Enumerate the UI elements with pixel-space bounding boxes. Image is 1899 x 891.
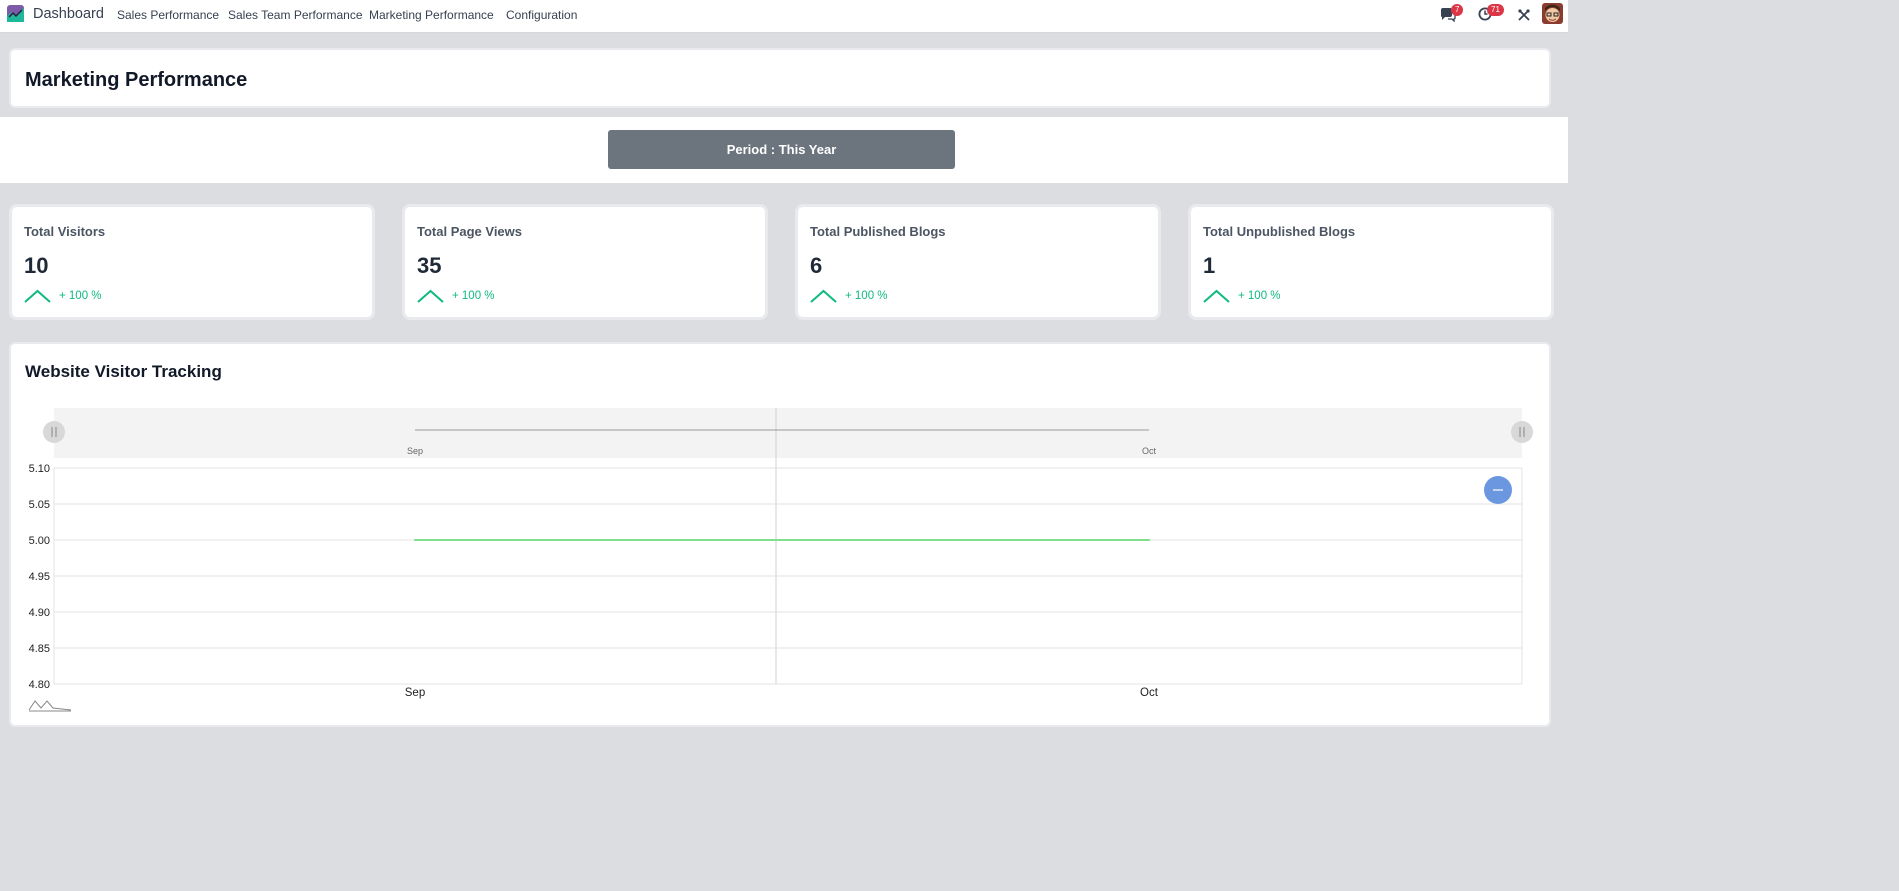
trend-up-icon xyxy=(24,289,51,303)
x-tick-label: Sep xyxy=(405,687,425,699)
navigator-left-handle[interactable] xyxy=(43,421,65,443)
kpi-change: + 100 % xyxy=(59,290,102,302)
page-title: Marketing Performance xyxy=(25,69,248,91)
kpi-value: 10 xyxy=(24,253,49,278)
navigator-right-handle[interactable] xyxy=(1511,421,1533,443)
trend-up-icon xyxy=(810,289,837,303)
kpi-trend: + 100 % xyxy=(1203,289,1281,303)
y-tick-label: 5.10 xyxy=(29,463,50,475)
y-tick-label: 5.00 xyxy=(29,535,50,547)
period-filter-button[interactable]: Period : This Year xyxy=(608,130,955,169)
kpi-card-total-visitors[interactable]: Total Visitors 10 + 100 % xyxy=(9,204,375,320)
visitor-tracking-card: Website Visitor Tracking Sep Oct 5.10 5.05 5… xyxy=(9,342,1551,727)
kpi-trend: + 100 % xyxy=(24,289,102,303)
menu-sales-performance[interactable]: Sales Performance xyxy=(117,8,219,22)
kpi-value: 6 xyxy=(810,253,823,278)
kpi-title: Total Published Blogs xyxy=(810,224,946,239)
kpi-change: + 100 % xyxy=(452,290,495,302)
kpi-card-total-unpublished-blogs[interactable]: Total Unpublished Blogs 1 + 100 % xyxy=(1188,204,1554,320)
dashboard-app-icon[interactable] xyxy=(7,5,24,22)
app-name[interactable]: Dashboard xyxy=(33,6,104,22)
kpi-change: + 100 % xyxy=(1238,290,1281,302)
kpi-title: Total Page Views xyxy=(417,224,523,239)
menu-sales-team-performance[interactable]: Sales Team Performance xyxy=(228,8,363,22)
kpi-value: 35 xyxy=(417,253,442,278)
messages-badge: 7 xyxy=(1451,4,1464,16)
user-avatar[interactable] xyxy=(1542,3,1563,24)
y-tick-label: 5.05 xyxy=(29,499,50,511)
data-point[interactable] xyxy=(1148,539,1150,541)
kpi-title: Total Unpublished Blogs xyxy=(1203,224,1356,239)
top-navbar: Dashboard Sales Performance Sales Team P… xyxy=(0,0,1568,33)
y-tick-label: 4.90 xyxy=(29,607,50,619)
chart-type-icon[interactable] xyxy=(28,700,72,711)
kpi-card-total-published-blogs[interactable]: Total Published Blogs 6 + 100 % xyxy=(795,204,1161,320)
data-point[interactable] xyxy=(414,539,416,541)
y-tick-label: 4.95 xyxy=(29,571,50,583)
kpi-card-total-page-views[interactable]: Total Page Views 35 + 100 % xyxy=(402,204,768,320)
tools-icon[interactable] xyxy=(1517,8,1531,22)
period-band: Period : This Year xyxy=(0,117,1568,183)
kpi-trend: + 100 % xyxy=(417,289,495,303)
x-tick-label: Oct xyxy=(1140,687,1159,699)
kpi-change: + 100 % xyxy=(845,290,888,302)
kpi-value: 1 xyxy=(1203,253,1216,278)
navigator-label: Oct xyxy=(1142,446,1157,456)
visitor-tracking-chart[interactable]: Sep Oct 5.10 5.05 5.00 4.95 4.90 4.85 4.80 Sep Oct xyxy=(11,344,1549,725)
menu-configuration[interactable]: Configuration xyxy=(506,8,577,22)
y-tick-label: 4.80 xyxy=(29,679,50,691)
kpi-trend: + 100 % xyxy=(810,289,888,303)
navigator-label: Sep xyxy=(407,446,423,456)
trend-up-icon xyxy=(1203,289,1230,303)
navigator-background[interactable] xyxy=(54,408,1522,458)
menu-marketing-performance[interactable]: Marketing Performance xyxy=(369,8,494,22)
kpi-title: Total Visitors xyxy=(24,224,106,239)
page-header: Marketing Performance xyxy=(9,48,1551,108)
trend-up-icon xyxy=(417,289,444,303)
activities-badge: 71 xyxy=(1487,4,1504,16)
y-tick-label: 4.85 xyxy=(29,643,50,655)
